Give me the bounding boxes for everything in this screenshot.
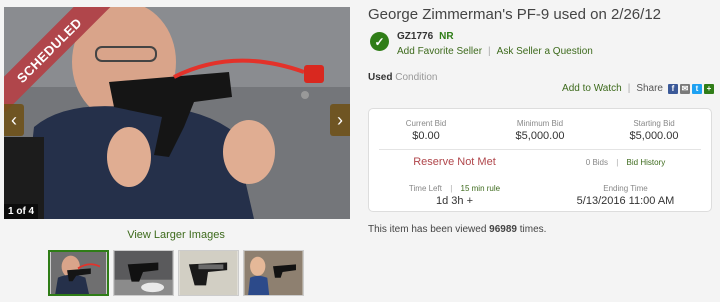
minimum-bid: Minimum Bid $5,000.00	[483, 119, 597, 142]
condition-label: Condition	[395, 72, 438, 83]
condition-value: Used	[368, 72, 393, 83]
divider: |	[616, 158, 619, 167]
current-bid: Current Bid $0.00	[369, 119, 483, 142]
time-rule-link[interactable]: 15 min rule	[461, 184, 501, 193]
ask-seller-question-link[interactable]: Ask Seller a Question	[497, 46, 593, 57]
ending-time: Ending Time 5/13/2016 11:00 AM	[540, 184, 711, 207]
chevron-left-icon: ‹	[11, 109, 17, 130]
current-bid-label: Current Bid	[405, 119, 447, 128]
add-favorite-seller-link[interactable]: Add Favorite Seller	[397, 46, 482, 57]
thumbnail-3[interactable]	[178, 250, 239, 296]
email-icon[interactable]: ✉	[680, 83, 690, 94]
watch-share-bar: Add to Watch | Share f ✉ t +	[562, 83, 714, 94]
starting-bid-value: $5,000.00	[629, 130, 679, 142]
ending-time-label: Ending Time	[603, 184, 648, 193]
seller-rating: NR	[439, 31, 454, 42]
divider	[379, 149, 701, 150]
view-larger-images-link[interactable]: View Larger Images	[0, 229, 352, 241]
ending-time-value: 5/13/2016 11:00 AM	[576, 195, 675, 207]
chevron-right-icon: ›	[337, 109, 343, 130]
view-count: This item has been viewed 96989 times.	[368, 224, 546, 235]
twitter-icon[interactable]: t	[692, 83, 702, 94]
divider: |	[627, 83, 631, 94]
minimum-bid-value: $5,000.00	[515, 130, 565, 142]
reserve-status: Reserve Not Met	[413, 156, 496, 168]
bids-info: 0 Bids | Bid History	[540, 158, 711, 168]
divider: |	[488, 46, 491, 57]
bid-history-link[interactable]: Bid History	[627, 158, 666, 167]
listing-title: George Zimmerman's PF-9 used on 2/26/12	[368, 6, 661, 23]
time-left: Time Left | 15 min rule 1d 3h +	[369, 184, 540, 207]
item-condition: Used Condition	[368, 72, 438, 83]
thumbnail-2[interactable]	[113, 250, 174, 296]
add-to-watch-link[interactable]: Add to Watch	[562, 83, 622, 94]
facebook-icon[interactable]: f	[668, 83, 678, 94]
check-icon: ✓	[370, 32, 389, 51]
time-left-label: Time Left	[408, 184, 442, 193]
image-gallery: SCHEDULED ‹ › 1 of 4 View Larger Images	[0, 0, 352, 302]
starting-bid: Starting Bid $5,000.00	[597, 119, 711, 142]
views-prefix: This item has been viewed	[368, 224, 490, 235]
previous-image-button[interactable]: ‹	[4, 104, 24, 136]
share-label: Share	[636, 83, 663, 94]
views-count: 96989	[489, 224, 517, 235]
time-left-value: 1d 3h +	[435, 195, 473, 207]
seller-id[interactable]: GZ1776	[397, 31, 433, 42]
starting-bid-label: Starting Bid	[633, 119, 675, 128]
thumbnail-4[interactable]	[243, 250, 304, 296]
plus-icon[interactable]: +	[704, 83, 714, 94]
minimum-bid-label: Minimum Bid	[516, 119, 564, 128]
thumbnail-strip	[48, 250, 304, 296]
views-suffix: times.	[516, 224, 547, 235]
bid-panel: Current Bid $0.00 Minimum Bid $5,000.00 …	[368, 108, 712, 212]
current-bid-value: $0.00	[412, 130, 440, 142]
thumbnail-1[interactable]	[48, 250, 109, 296]
next-image-button[interactable]: ›	[330, 104, 350, 136]
image-counter: 1 of 4	[4, 204, 39, 219]
seller-info: ✓ GZ1776 NR Add Favorite Seller | Ask Selle…	[370, 31, 593, 59]
bids-count: 0 Bids	[585, 158, 608, 167]
divider: |	[450, 184, 453, 193]
main-image[interactable]: SCHEDULED ‹ › 1 of 4	[4, 7, 350, 219]
